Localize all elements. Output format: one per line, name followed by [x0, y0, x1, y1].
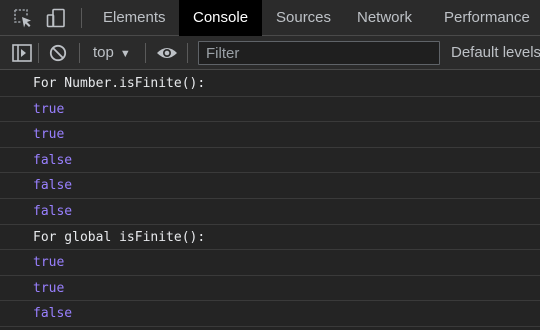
console-toolbar: top ▼ Default levels: [0, 36, 540, 70]
inspect-element-icon[interactable]: [13, 8, 33, 28]
console-message-text: false: [33, 178, 73, 194]
toolbar-separator: [145, 43, 146, 63]
device-toolbar-icon[interactable]: [46, 8, 66, 28]
console-message-text: true: [33, 127, 65, 143]
tab-performance[interactable]: Performance: [444, 0, 530, 36]
caret-down-icon: ▼: [119, 48, 131, 60]
console-value-row[interactable]: false: [0, 199, 540, 225]
devtools-tab-bar: Elements Console Sources Network Perform…: [0, 0, 540, 36]
console-messages: For Number.isFinite(): true true false false…: [0, 71, 540, 330]
toolbar-separator: [187, 43, 188, 63]
tab-network[interactable]: Network: [357, 0, 412, 36]
toolbar-separator: [38, 43, 39, 63]
tab-separator: [81, 8, 82, 28]
clear-console-icon[interactable]: [49, 44, 67, 62]
console-message-text: false: [33, 203, 73, 219]
console-message-text: true: [33, 255, 65, 271]
context-selector[interactable]: top ▼: [93, 36, 131, 70]
console-value-row[interactable]: true: [0, 122, 540, 148]
toolbar-separator: [79, 43, 80, 63]
sidebar-toggle-icon[interactable]: [12, 44, 32, 62]
console-value-row[interactable]: false: [0, 173, 540, 199]
tab-elements[interactable]: Elements: [103, 0, 166, 36]
console-message-text: false: [33, 306, 73, 322]
console-message-text: For Number.isFinite():: [33, 76, 206, 91]
console-log-row[interactable]: For Number.isFinite():: [0, 71, 540, 97]
console-log-row[interactable]: For global isFinite():: [0, 225, 540, 251]
console-message-text: false: [33, 152, 73, 168]
console-value-row[interactable]: false: [0, 148, 540, 174]
tab-sources[interactable]: Sources: [276, 0, 331, 36]
console-value-row[interactable]: true: [0, 97, 540, 123]
console-message-text: true: [33, 101, 65, 117]
filter-input[interactable]: [198, 41, 440, 65]
tab-console[interactable]: Console: [179, 0, 263, 36]
console-value-row[interactable]: false: [0, 301, 540, 327]
log-levels-dropdown[interactable]: Default levels: [451, 36, 540, 70]
console-message-text: For global isFinite():: [33, 229, 206, 245]
console-message-text: true: [33, 280, 65, 296]
console-value-row[interactable]: true: [0, 250, 540, 276]
context-label: top: [93, 44, 114, 61]
console-value-row[interactable]: true: [0, 276, 540, 302]
live-expression-icon[interactable]: [156, 44, 178, 62]
